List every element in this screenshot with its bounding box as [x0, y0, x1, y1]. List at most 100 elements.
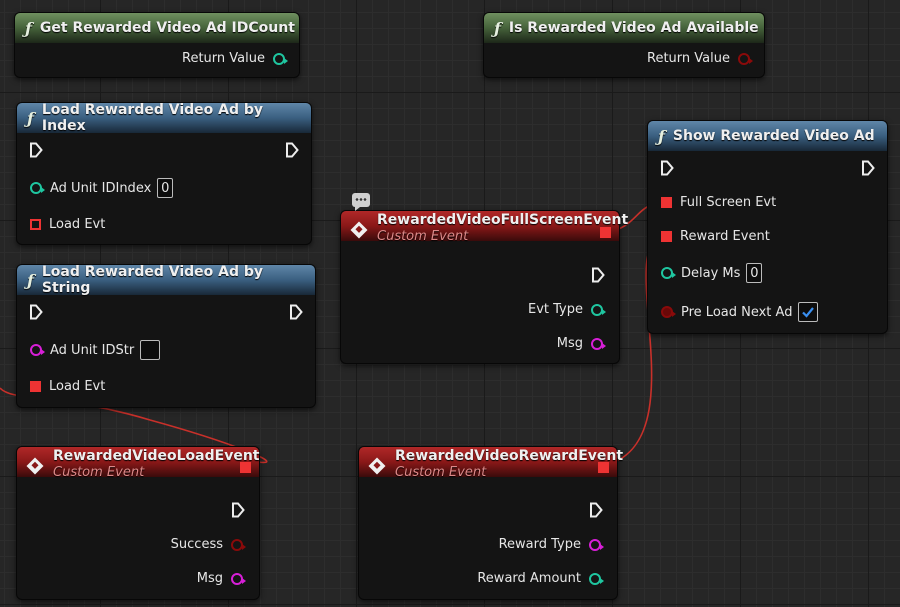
- node-header: RewardedVideoFullScreenEvent Custom Even…: [341, 211, 628, 244]
- load-evt-row: Load Evt: [30, 217, 105, 232]
- comment-bubble-icon[interactable]: [352, 193, 370, 211]
- msg-row: Msg: [557, 336, 606, 351]
- preload-next-ad-label: Pre Load Next Ad: [681, 304, 793, 320]
- exec-output-pin[interactable]: [231, 502, 245, 518]
- delegate-output-pin[interactable]: [600, 227, 611, 238]
- function-icon: ƒ: [27, 270, 34, 290]
- exec-arrow-icon: [30, 142, 43, 158]
- return-value-row: Return Value: [182, 51, 288, 66]
- node-load-ad-by-string[interactable]: ƒ Load Rewarded Video Ad by String Ad Un…: [16, 264, 316, 408]
- return-value-label: Return Value: [182, 51, 265, 66]
- delegate-input-pin[interactable]: [661, 197, 672, 208]
- exec-output-pin[interactable]: [289, 304, 303, 320]
- node-title: RewardedVideoLoadEvent: [53, 447, 260, 464]
- node-header: ƒ Is Rewarded Video Ad Available: [484, 13, 764, 43]
- bool-input-pin[interactable]: [661, 306, 676, 318]
- node-load-event[interactable]: RewardedVideoLoadEvent Custom Event Succ…: [16, 446, 260, 600]
- function-icon: ƒ: [494, 18, 501, 38]
- node-reward-event[interactable]: RewardedVideoRewardEvent Custom Event Re…: [358, 446, 623, 600]
- full-screen-evt-label: Full Screen Evt: [680, 195, 777, 210]
- ad-unit-index-input[interactable]: 0: [157, 178, 174, 198]
- int-output-pin[interactable]: [589, 572, 604, 585]
- bool-output-pin[interactable]: [231, 538, 246, 551]
- msg-row: Msg: [196, 571, 246, 586]
- reward-type-row: Reward Type: [498, 537, 604, 552]
- node-fullscreen-event[interactable]: RewardedVideoFullScreenEvent Custom Even…: [340, 210, 628, 364]
- string-output-pin[interactable]: [231, 572, 246, 585]
- node-header: ƒ Load Rewarded Video Ad by Index: [17, 102, 311, 134]
- diamond-event-icon: [350, 221, 368, 238]
- return-value-label: Return Value: [647, 51, 730, 66]
- int-output-pin[interactable]: [273, 52, 288, 65]
- node-subtitle: Custom Event: [53, 464, 145, 480]
- function-icon: ƒ: [25, 18, 32, 38]
- reward-type-label: Reward Type: [498, 537, 581, 552]
- node-header: ƒ Load Rewarded Video Ad by String: [17, 264, 315, 296]
- reward-amount-row: Reward Amount: [477, 571, 604, 586]
- node-title: RewardedVideoRewardEvent: [395, 447, 624, 464]
- preload-next-ad-row: Pre Load Next Ad: [661, 302, 819, 322]
- bool-output-pin[interactable]: [738, 52, 753, 65]
- diamond-event-icon: [26, 457, 44, 474]
- delegate-output-pin[interactable]: [240, 462, 251, 473]
- node-load-ad-by-index[interactable]: ƒ Load Rewarded Video Ad by Index Ad Uni…: [16, 102, 312, 245]
- ad-unit-index-row: Ad Unit IDIndex 0: [30, 178, 174, 198]
- node-is-ad-available[interactable]: ƒ Is Rewarded Video Ad Available Return …: [483, 12, 765, 78]
- int-input-pin[interactable]: [661, 267, 676, 279]
- node-title: Get Rewarded Video Ad IDCount: [39, 20, 295, 36]
- string-output-pin[interactable]: [591, 337, 606, 350]
- exec-arrow-icon: [290, 304, 303, 320]
- reward-event-label: Reward Event: [680, 229, 770, 244]
- node-subtitle: Custom Event: [395, 464, 487, 480]
- diamond-event-icon: [368, 457, 386, 474]
- msg-label: Msg: [196, 571, 223, 586]
- delegate-input-pin[interactable]: [30, 381, 41, 392]
- node-title: Show Rewarded Video Ad: [672, 128, 875, 144]
- node-title: Load Rewarded Video Ad by Index: [41, 102, 264, 134]
- delegate-input-pin[interactable]: [30, 219, 41, 230]
- exec-arrow-icon: [592, 267, 605, 283]
- checkmark-icon: [802, 307, 815, 318]
- exec-input-pin[interactable]: [29, 142, 43, 158]
- ad-unit-string-label: Ad Unit IDStr: [50, 342, 135, 358]
- success-label: Success: [170, 537, 223, 552]
- delay-ms-input[interactable]: 0: [746, 263, 763, 283]
- exec-input-pin[interactable]: [660, 160, 674, 176]
- node-header: RewardedVideoRewardEvent Custom Event: [359, 447, 623, 480]
- node-subtitle: Custom Event: [377, 228, 469, 244]
- exec-arrow-icon: [286, 142, 299, 158]
- preload-next-ad-checkbox[interactable]: [798, 302, 819, 322]
- ad-unit-index-label: Ad Unit IDIndex: [50, 180, 152, 196]
- node-header: ƒ Get Rewarded Video Ad IDCount: [15, 13, 299, 43]
- full-screen-evt-row: Full Screen Evt: [661, 195, 776, 210]
- exec-output-pin[interactable]: [861, 160, 875, 176]
- exec-output-pin[interactable]: [285, 142, 299, 158]
- delegate-output-pin[interactable]: [598, 462, 609, 473]
- node-title: RewardedVideoFullScreenEvent: [377, 211, 629, 228]
- node-show-ad[interactable]: ƒ Show Rewarded Video Ad Full Screen Evt…: [647, 120, 888, 334]
- load-evt-label: Load Evt: [49, 217, 106, 232]
- string-input-pin[interactable]: [30, 344, 45, 356]
- function-icon: ƒ: [27, 108, 34, 128]
- exec-arrow-icon: [30, 304, 43, 320]
- node-title: Is Rewarded Video Ad Available: [508, 20, 759, 36]
- delay-ms-row: Delay Ms 0: [661, 263, 763, 283]
- reward-amount-label: Reward Amount: [477, 571, 581, 586]
- return-value-row: Return Value: [647, 51, 753, 66]
- exec-output-pin[interactable]: [591, 267, 605, 283]
- load-evt-label: Load Evt: [49, 379, 106, 394]
- delay-ms-label: Delay Ms: [681, 265, 741, 281]
- exec-output-pin[interactable]: [589, 502, 603, 518]
- function-icon: ƒ: [658, 126, 665, 146]
- node-get-ad-id-count[interactable]: ƒ Get Rewarded Video Ad IDCount Return V…: [14, 12, 300, 78]
- ad-unit-string-input[interactable]: [140, 340, 161, 360]
- int-input-pin[interactable]: [30, 182, 45, 194]
- delegate-input-pin[interactable]: [661, 231, 672, 242]
- string-output-pin[interactable]: [589, 538, 604, 551]
- evt-type-label: Evt Type: [528, 302, 583, 317]
- ad-unit-string-row: Ad Unit IDStr: [30, 340, 161, 360]
- int-output-pin[interactable]: [591, 303, 606, 316]
- exec-arrow-icon: [661, 160, 674, 176]
- node-header: RewardedVideoLoadEvent Custom Event: [17, 447, 260, 480]
- exec-input-pin[interactable]: [29, 304, 43, 320]
